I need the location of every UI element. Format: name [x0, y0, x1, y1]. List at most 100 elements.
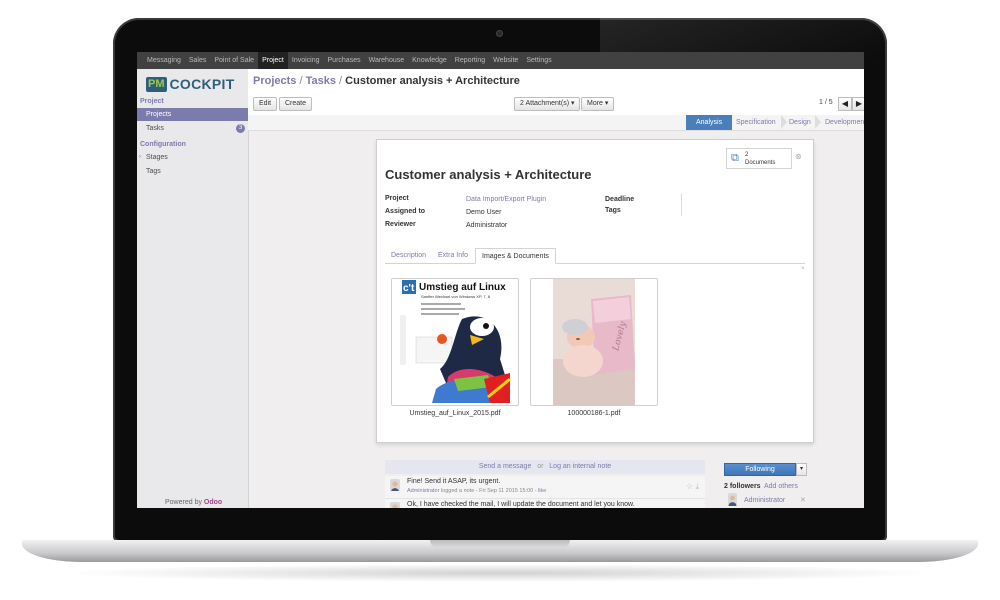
chatter-composer-bar: Send a message or Log an internal note	[385, 460, 705, 474]
message-body: Ok, I have checked the mail, I will upda…	[407, 501, 635, 508]
assigned-to-value: Demo User	[466, 209, 502, 216]
odoo-link[interactable]: Odoo	[204, 499, 222, 506]
attachment-thumbnail-2[interactable]: Lovely	[530, 278, 658, 406]
avatar[interactable]	[390, 479, 400, 491]
breadcrumb-current: Customer analysis + Architecture	[345, 75, 520, 87]
sidebar-item-label: Tasks	[146, 125, 164, 132]
project-label: Project	[385, 195, 409, 202]
stage-specification[interactable]: Specification	[726, 115, 786, 130]
tab-extra-info[interactable]: Extra Info	[432, 248, 474, 263]
powered-by-label: Powered by	[165, 499, 202, 506]
menu-website[interactable]: Website	[489, 52, 522, 69]
control-panel: Projects / Tasks / Customer analysis + A…	[248, 69, 864, 119]
pm-cockpit-logo[interactable]: PM COCKPIT	[146, 76, 235, 92]
menu-warehouse[interactable]: Warehouse	[365, 52, 409, 69]
logo-text: COCKPIT	[169, 76, 235, 92]
menu-settings[interactable]: Settings	[522, 52, 555, 69]
magazine-cover-image: c't Umstieg auf Linux Sanfter Wechsel vo…	[400, 279, 511, 405]
previous-record-icon[interactable]: ◀	[838, 97, 852, 111]
or-text: or	[537, 463, 544, 470]
close-icon[interactable]: ×	[801, 266, 805, 272]
sidebar-item-label: Stages	[146, 154, 168, 161]
avatar[interactable]	[728, 493, 737, 506]
tab-description[interactable]: Description	[385, 248, 432, 263]
breadcrumb-separator: /	[339, 75, 343, 87]
avatar[interactable]	[390, 502, 400, 508]
menu-project[interactable]: Project	[258, 52, 288, 69]
cover-logo-text: c't	[403, 283, 415, 294]
project-value[interactable]: Data Import/Export Plugin	[466, 196, 546, 203]
menu-reporting[interactable]: Reporting	[451, 52, 489, 69]
stage-development[interactable]: Development	[815, 115, 864, 130]
breadcrumb-separator: /	[299, 75, 303, 87]
message-body: Fine! Send it ASAP, its urgent.	[407, 478, 501, 485]
notebook-tabs: Description Extra Info Images & Document…	[385, 248, 805, 264]
following-button[interactable]: Following	[724, 463, 796, 476]
star-icon[interactable]: ☆	[686, 482, 693, 491]
sidebar-section-configuration: Configuration	[140, 141, 186, 148]
menu-invoicing[interactable]: Invoicing	[288, 52, 324, 69]
reviewer-label: Reviewer	[385, 221, 416, 228]
documents-label: Documents	[745, 160, 776, 166]
message-author[interactable]: Administrator	[407, 488, 439, 494]
documents-smart-button[interactable]: ⧉ 2 Documents	[726, 148, 792, 169]
menu-messaging[interactable]: Messaging	[143, 52, 185, 69]
more-button[interactable]: More ▾	[581, 97, 615, 111]
send-message-link[interactable]: Send a message	[479, 463, 532, 470]
sidebar-section-project: Project	[140, 98, 164, 105]
remove-follower-icon[interactable]: ✕	[800, 496, 806, 504]
message-meta-text: logged a note - Fri Sep 11 2015 15:00 -	[440, 488, 537, 494]
field-divider	[681, 194, 682, 216]
expand-icon[interactable]: ›	[139, 151, 141, 164]
stage-statusbar: Analysis Specification Design Developmen…	[248, 115, 864, 131]
attachments-button[interactable]: 2 Attachment(s) ▾	[514, 97, 581, 111]
create-button[interactable]: Create	[279, 97, 313, 111]
reply-icon[interactable]: ⤓	[695, 482, 699, 491]
laptop-notch	[430, 540, 570, 548]
task-form-sheet: ⧉ 2 Documents ⊗ Customer analysis + Arch…	[376, 139, 814, 443]
cover-title-text: Umstieg auf Linux	[419, 282, 506, 293]
app-screen: Messaging Sales Point of Sale Project In…	[137, 52, 864, 508]
chatter-message: Fine! Send it ASAP, its urgent. Administ…	[385, 476, 705, 499]
breadcrumb-projects[interactable]: Projects	[253, 75, 296, 87]
add-followers-link[interactable]: Add others	[764, 483, 798, 490]
menu-knowledge[interactable]: Knowledge	[408, 52, 451, 69]
sidebar-item-projects[interactable]: Projects	[137, 108, 248, 121]
menu-point-of-sale[interactable]: Point of Sale	[210, 52, 258, 69]
followers-count: 2 followers	[724, 483, 761, 490]
like-link[interactable]: like	[538, 488, 546, 494]
tags-label: Tags	[605, 207, 621, 214]
close-icon[interactable]: ⊗	[795, 152, 802, 161]
laptop-shadow	[60, 564, 940, 582]
follower-name[interactable]: Administrator	[744, 497, 785, 504]
menu-sales[interactable]: Sales	[185, 52, 211, 69]
sidebar-item-stages[interactable]: › Stages	[137, 151, 248, 164]
attachment-filename-1[interactable]: Umstieg_auf_Linux_2015.pdf	[391, 410, 519, 417]
sidebar-item-tasks[interactable]: Tasks 3	[137, 122, 248, 135]
chatter-message: Ok, I have checked the mail, I will upda…	[385, 499, 705, 508]
attachment-thumbnail-1[interactable]: c't Umstieg auf Linux Sanfter Wechsel vo…	[391, 278, 519, 406]
menu-purchases[interactable]: Purchases	[324, 52, 365, 69]
documents-count: 2	[745, 152, 749, 158]
baby-photo-image: Lovely	[553, 279, 635, 405]
breadcrumb-tasks[interactable]: Tasks	[306, 75, 336, 87]
reviewer-value: Administrator	[466, 222, 508, 229]
sidebar: PM COCKPIT Project Projects Tasks 3 Conf…	[137, 69, 249, 508]
log-note-link[interactable]: Log an internal note	[549, 463, 611, 470]
next-record-icon[interactable]: ▶	[852, 97, 864, 111]
cover-subtitle-text: Sanfter Wechsel von Windows XP, 7, 8	[421, 294, 491, 299]
pager-value: 1 / 5	[819, 99, 833, 106]
top-menu-bar: Messaging Sales Point of Sale Project In…	[137, 52, 864, 69]
attachment-filename-2[interactable]: 100000186-1.pdf	[530, 410, 658, 417]
assigned-to-label: Assigned to	[385, 208, 426, 215]
task-title: Customer analysis + Architecture	[385, 167, 592, 182]
deadline-label: Deadline	[605, 196, 635, 203]
message-meta: Administrator logged a note - Fri Sep 11…	[407, 488, 546, 494]
chevron-down-icon[interactable]: ▾	[796, 463, 807, 476]
edit-button[interactable]: Edit	[253, 97, 278, 111]
powered-by: Powered by Odoo	[165, 499, 222, 506]
logo-badge: PM	[146, 76, 167, 92]
sidebar-item-tags[interactable]: Tags	[137, 165, 248, 178]
message-actions: ☆ ⤓	[686, 482, 699, 492]
tab-images-documents[interactable]: Images & Documents	[475, 248, 556, 264]
